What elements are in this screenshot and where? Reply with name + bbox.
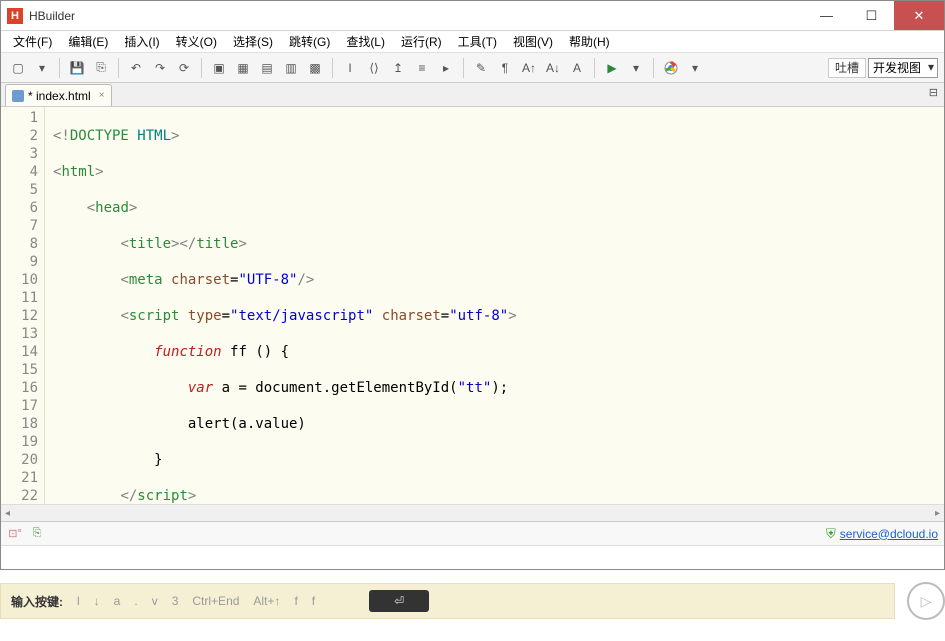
playback-button[interactable]: ▷	[907, 582, 945, 620]
font-dec-icon[interactable]: A↓	[542, 57, 564, 79]
keybar: 输入按键: l ↓ a . v 3 Ctrl+End Alt+↑ f f ⏎	[0, 583, 895, 619]
tabbar: * index.html × ⊟	[1, 83, 944, 107]
undo-icon[interactable]: ↶	[125, 57, 147, 79]
menu-select[interactable]: 选择(S)	[225, 31, 281, 52]
box5-icon[interactable]: ▩	[304, 57, 326, 79]
email-link[interactable]: service@dcloud.io	[840, 527, 938, 541]
menu-edit[interactable]: 编辑(E)	[60, 31, 116, 52]
play-icon[interactable]: ▸	[435, 57, 457, 79]
menu-view[interactable]: 视图(V)	[505, 31, 561, 52]
window: H HBuilder — ☐ ✕ 文件(F) 编辑(E) 插入(I) 转义(O)…	[0, 0, 945, 570]
brush-icon[interactable]: ✎	[470, 57, 492, 79]
run-icon[interactable]: ▶	[601, 57, 623, 79]
app-icon: H	[7, 8, 23, 24]
maximize-button[interactable]: ☐	[849, 1, 894, 30]
status-icon-1[interactable]: ⊡°	[7, 526, 23, 542]
up-icon[interactable]: ↥	[387, 57, 409, 79]
box2-icon[interactable]: ▦	[232, 57, 254, 79]
menu-help[interactable]: 帮助(H)	[561, 31, 618, 52]
pilcrow-icon[interactable]: ¶	[494, 57, 516, 79]
enter-key[interactable]: ⏎	[369, 590, 429, 612]
shield-icon: ⛨	[826, 526, 836, 542]
statusbar: ⊡° ⎘ ⛨ service@dcloud.io	[1, 521, 944, 545]
redo-icon[interactable]: ↷	[149, 57, 171, 79]
box4-icon[interactable]: ▥	[280, 57, 302, 79]
font-reset-icon[interactable]: A	[566, 57, 588, 79]
line-gutter: 1 2 3 4 5 6 7 8 9 10 11 12 13 14 15 16 1…	[1, 107, 45, 504]
app-title: HBuilder	[29, 9, 804, 23]
keybar-label: 输入按键:	[11, 593, 63, 610]
menu-insert[interactable]: 插入(I)	[116, 31, 167, 52]
saveall-icon[interactable]: ⎘	[90, 57, 112, 79]
menu-escape[interactable]: 转义(O)	[168, 31, 225, 52]
save-icon[interactable]: 💾	[66, 57, 88, 79]
cursor-icon[interactable]: I	[339, 57, 361, 79]
menu-goto[interactable]: 跳转(G)	[281, 31, 338, 52]
restore-icon[interactable]: ⊟	[929, 86, 938, 99]
menu-tools[interactable]: 工具(T)	[450, 31, 505, 52]
close-button[interactable]: ✕	[894, 1, 944, 30]
titlebar: H HBuilder — ☐ ✕	[1, 1, 944, 31]
dropdown3-icon[interactable]: ▾	[684, 57, 706, 79]
view-select[interactable]: 开发视图	[868, 58, 938, 78]
toolbar: ▢ ▾ 💾 ⎘ ↶ ↷ ⟳ ▣ ▦ ▤ ▥ ▩ I ⟨⟩ ↥ ≡ ▸ ✎ ¶ A…	[1, 53, 944, 83]
window-buttons: — ☐ ✕	[804, 1, 944, 30]
bracket-icon[interactable]: ⟨⟩	[363, 57, 385, 79]
minimize-button[interactable]: —	[804, 1, 849, 30]
tab-label: * index.html	[28, 89, 91, 103]
h-scrollbar[interactable]: ◂▸	[1, 504, 944, 521]
code-area[interactable]: <!DOCTYPE HTML> <html> <head> <title></t…	[45, 107, 944, 504]
refresh-icon[interactable]: ⟳	[173, 57, 195, 79]
tab-index[interactable]: * index.html ×	[5, 84, 112, 106]
html-icon	[12, 90, 24, 102]
keybar-area: 输入按键: l ↓ a . v 3 Ctrl+End Alt+↑ f f ⏎ ▷	[0, 582, 945, 620]
dropdown2-icon[interactable]: ▾	[625, 57, 647, 79]
bottom-panel	[1, 545, 944, 569]
format-icon[interactable]: ≡	[411, 57, 433, 79]
menu-file[interactable]: 文件(F)	[5, 31, 60, 52]
menu-find[interactable]: 查找(L)	[338, 31, 393, 52]
menubar: 文件(F) 编辑(E) 插入(I) 转义(O) 选择(S) 跳转(G) 查找(L…	[1, 31, 944, 53]
tab-close-icon[interactable]: ×	[99, 90, 105, 101]
feedback-button[interactable]: 吐槽	[828, 58, 866, 78]
menu-run[interactable]: 运行(R)	[393, 31, 450, 52]
chrome-icon[interactable]	[660, 57, 682, 79]
dropdown-icon[interactable]: ▾	[31, 57, 53, 79]
new-icon[interactable]: ▢	[7, 57, 29, 79]
font-inc-icon[interactable]: A↑	[518, 57, 540, 79]
box1-icon[interactable]: ▣	[208, 57, 230, 79]
box3-icon[interactable]: ▤	[256, 57, 278, 79]
status-icon-2[interactable]: ⎘	[29, 526, 45, 542]
editor[interactable]: 1 2 3 4 5 6 7 8 9 10 11 12 13 14 15 16 1…	[1, 107, 944, 504]
